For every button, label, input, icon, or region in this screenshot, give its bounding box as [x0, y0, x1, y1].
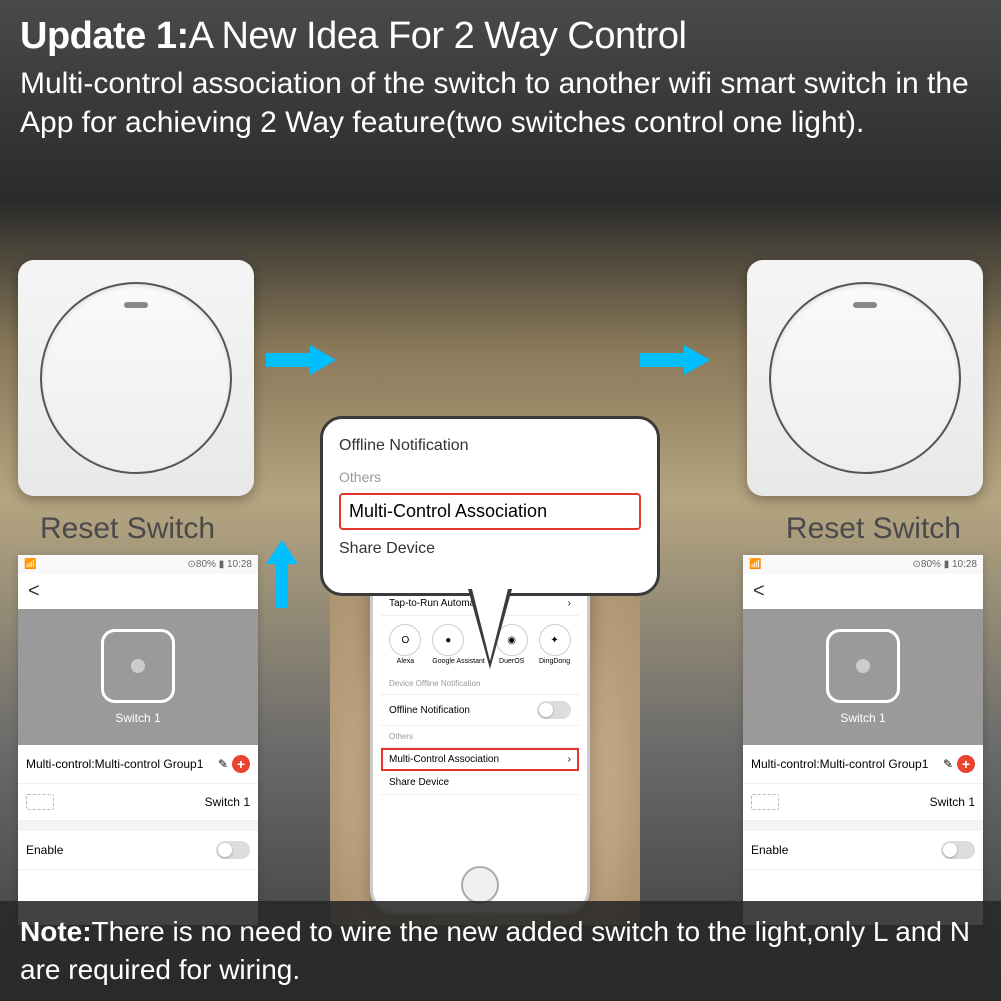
status-battery: ⊙80% ▮ 10:28	[188, 559, 252, 570]
note-footer: Note:There is no need to wire the new ad…	[0, 901, 1001, 1001]
switch-dot-icon	[131, 659, 145, 673]
phone-row-offline[interactable]: Offline Notification	[381, 695, 579, 726]
chevron-right-icon: ›	[568, 754, 571, 765]
status-signal-icon: 📶	[24, 559, 36, 570]
back-button[interactable]: <	[743, 574, 983, 609]
switch-label: Switch 1	[743, 711, 983, 725]
callout-pointer-inner-icon	[472, 589, 508, 661]
add-button[interactable]: +	[232, 755, 250, 773]
status-battery: ⊙80% ▮ 10:28	[913, 559, 977, 570]
status-signal-icon: 📶	[749, 559, 761, 570]
edit-icon[interactable]: ✎	[218, 757, 228, 771]
reset-label-right: Reset Switch	[786, 512, 961, 546]
title-prefix: Update 1:	[20, 15, 189, 57]
note-label: Note:	[20, 916, 92, 947]
switch-preview-area: Switch 1	[743, 609, 983, 745]
back-button[interactable]: <	[18, 574, 258, 609]
arrow-right-icon	[266, 340, 336, 385]
switch-row[interactable]: Switch 1	[743, 784, 983, 821]
callout-item-share: Share Device	[339, 532, 641, 566]
phone-row-share[interactable]: Share Device	[381, 771, 579, 795]
header-block: Update 1:A New Idea For 2 Way Control Mu…	[20, 15, 981, 142]
phone-row-label: Offline Notification	[389, 705, 470, 716]
chevron-right-icon: ›	[568, 598, 571, 609]
integration-item[interactable]: ✦ DingDong	[539, 624, 571, 665]
note-text: There is no need to wire the new added s…	[20, 916, 970, 985]
switch-preview-area: Switch 1	[18, 609, 258, 745]
arrow-up-icon	[266, 540, 298, 613]
switch-name: Switch 1	[205, 795, 250, 809]
switch-label: Switch 1	[18, 711, 258, 725]
multi-control-label: Multi-control:Multi-control Group1	[751, 757, 928, 771]
multi-control-label: Multi-control:Multi-control Group1	[26, 757, 203, 771]
device-icon	[26, 794, 54, 810]
phone-row-label: Multi-Control Association	[389, 754, 499, 765]
enable-toggle[interactable]	[941, 841, 975, 859]
switch-dot-icon	[856, 659, 870, 673]
multi-control-row[interactable]: Multi-control:Multi-control Group1 ✎ +	[743, 745, 983, 784]
switch-row[interactable]: Switch 1	[18, 784, 258, 821]
add-button[interactable]: +	[957, 755, 975, 773]
arrow-right-icon	[640, 340, 710, 385]
reset-label-left: Reset Switch	[40, 512, 215, 546]
physical-switch-right	[747, 260, 983, 496]
page-title: Update 1:A New Idea For 2 Way Control	[20, 15, 981, 58]
callout-item-mca-highlighted: Multi-Control Association	[339, 493, 641, 530]
switch-led-icon	[853, 302, 877, 308]
physical-switch-left	[18, 260, 254, 496]
google-assistant-icon: ●	[432, 624, 464, 656]
callout-item-offline: Offline Notification	[339, 429, 641, 463]
switch-tile[interactable]	[101, 629, 175, 703]
icon-label: Alexa	[389, 658, 421, 665]
enable-toggle[interactable]	[216, 841, 250, 859]
phone-row-mca-highlighted[interactable]: Multi-Control Association ›	[381, 748, 579, 771]
enable-label: Enable	[26, 843, 63, 857]
settings-callout: Offline Notification Others Multi-Contro…	[320, 416, 660, 596]
edit-icon[interactable]: ✎	[943, 757, 953, 771]
app-screenshot-left: 📶 ⊙80% ▮ 10:28 < Switch 1 Multi-control:…	[18, 555, 258, 925]
enable-row: Enable	[743, 831, 983, 870]
phone-row-label: Share Device	[389, 777, 449, 788]
status-bar: 📶 ⊙80% ▮ 10:28	[18, 555, 258, 574]
multi-control-row[interactable]: Multi-control:Multi-control Group1 ✎ +	[18, 745, 258, 784]
enable-row: Enable	[18, 831, 258, 870]
divider	[18, 821, 258, 831]
switch-led-icon	[124, 302, 148, 308]
device-icon	[751, 794, 779, 810]
switch-name: Switch 1	[930, 795, 975, 809]
switch-button	[40, 282, 232, 474]
page-description: Multi-control association of the switch …	[20, 64, 981, 142]
switch-button	[769, 282, 961, 474]
alexa-icon: O	[389, 624, 421, 656]
toggle-switch[interactable]	[537, 701, 571, 719]
app-screenshot-right: 📶 ⊙80% ▮ 10:28 < Switch 1 Multi-control:…	[743, 555, 983, 925]
switch-tile[interactable]	[826, 629, 900, 703]
integration-item[interactable]: O Alexa	[389, 624, 421, 665]
enable-label: Enable	[751, 843, 788, 857]
phone-section-others: Others	[381, 726, 579, 748]
icon-label: DingDong	[539, 658, 571, 665]
dingdong-icon: ✦	[539, 624, 571, 656]
callout-section-others: Others	[339, 463, 641, 491]
title-sub: A New Idea For 2 Way Control	[189, 15, 687, 57]
phone-home-button[interactable]	[461, 866, 499, 904]
divider	[743, 821, 983, 831]
status-bar: 📶 ⊙80% ▮ 10:28	[743, 555, 983, 574]
phone-section-label: Device Offline Notification	[381, 673, 579, 695]
